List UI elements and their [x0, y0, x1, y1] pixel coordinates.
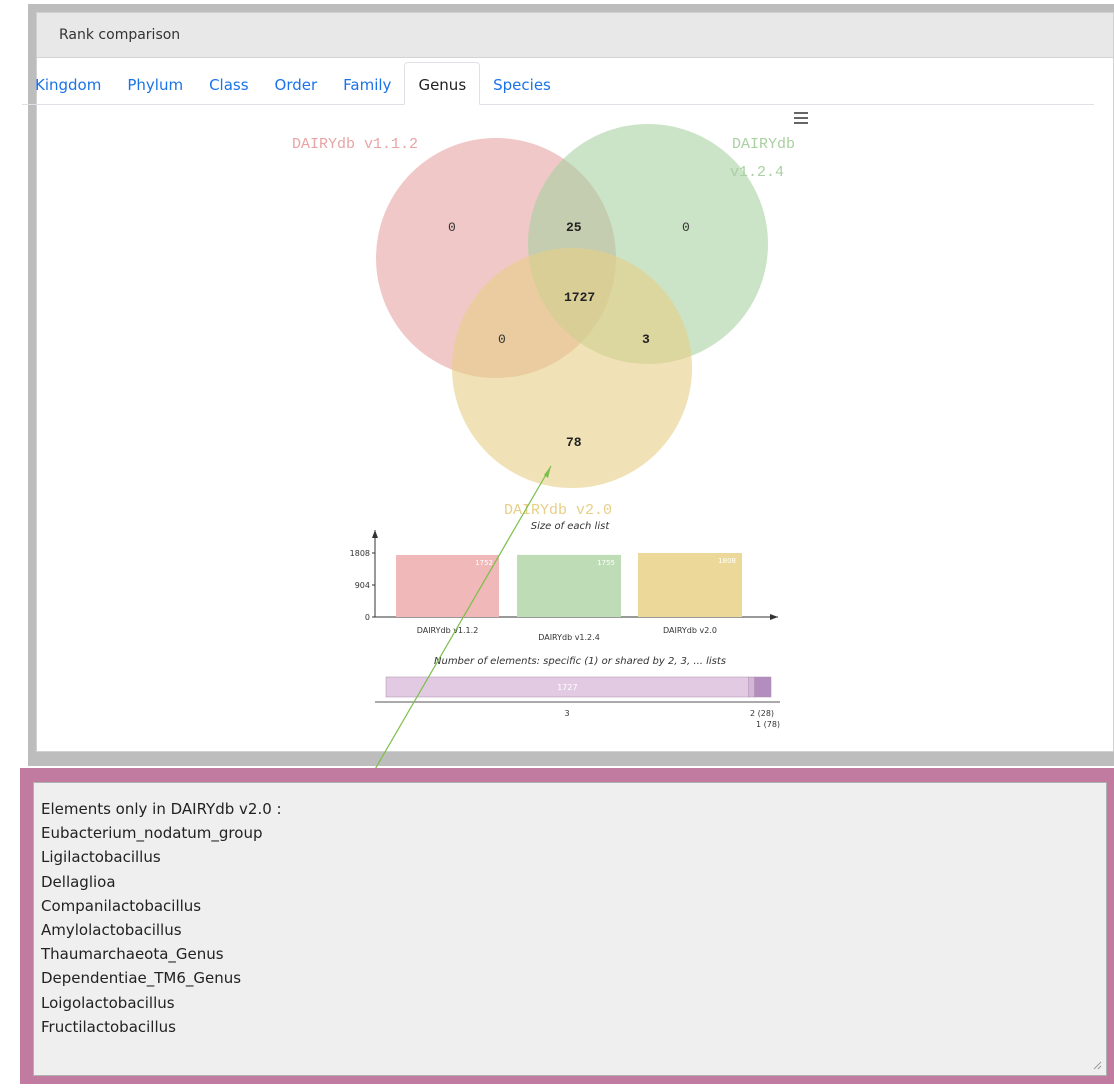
bar-value-label: 1752	[475, 559, 493, 567]
list-item: Thaumarchaeota_Genus	[41, 945, 224, 964]
list-item: Dependentiae_TM6_Genus	[41, 969, 242, 988]
venn-and-charts: DAIRYdb v1.1.2 DAIRYdb v1.2.4 DAIRYdb v2…	[292, 124, 795, 770]
venn-region-ab: 25	[566, 220, 582, 235]
shared-elements-chart: 1727 3 2 (28) 1 (78)	[375, 676, 780, 729]
venn-label-v1-1-2: DAIRYdb v1.1.2	[292, 136, 418, 153]
list-item: Companilactobacillus	[41, 896, 202, 915]
bar-category-label: DAIRYdb v1.2.4	[538, 633, 600, 642]
bar-value-label: 1808	[718, 557, 736, 565]
shared-chart-title: Number of elements: specific (1) or shar…	[434, 656, 726, 667]
bar-y-axis-arrow	[372, 530, 378, 538]
venn-circle-v2-0	[452, 248, 692, 488]
venn-label-v1-2-4-line1: DAIRYdb	[732, 136, 795, 153]
stack-tick-label: 1 (78)	[756, 720, 780, 729]
bar-y-tick-label: 0	[365, 613, 370, 622]
venn-region-b-only: 0	[682, 220, 690, 235]
list-item: Ligilactobacillus	[41, 848, 161, 867]
bar-chart-title: Size of each list	[531, 521, 611, 532]
stack-segment-value: 1727	[557, 683, 577, 692]
stack-tick-label: 3	[564, 709, 569, 718]
stack-segment	[754, 676, 772, 698]
resize-handle-icon[interactable]	[1092, 1060, 1102, 1070]
list-item: Eubacterium_nodatum_group	[41, 824, 263, 843]
venn-label-v2-0: DAIRYdb v2.0	[504, 502, 612, 519]
elements-header: Elements only in DAIRYdb v2.0 :	[41, 800, 282, 818]
bar-y-tick-label: 904	[355, 581, 370, 590]
venn-region-c-only: 78	[566, 435, 582, 450]
bar-y-tick-label: 1808	[350, 549, 370, 558]
bar-category-label: DAIRYdb v1.1.2	[417, 626, 479, 635]
bar-x-axis-arrow	[770, 614, 778, 620]
bar-category-label: DAIRYdb v2.0	[663, 626, 717, 635]
bar-chart: 0 904 1808 1752 DAIRYdb v1.1.2 1755 DAIRYdb v1…	[350, 530, 778, 642]
bar-value-label: 1755	[597, 559, 615, 567]
list-item: Loigolactobacillus	[41, 993, 175, 1012]
list-item: Amylolactobacillus	[41, 921, 182, 940]
stack-segment	[748, 676, 755, 698]
venn-region-abc: 1727	[564, 290, 595, 305]
venn-region-ac: 0	[498, 332, 506, 347]
venn-region-bc: 3	[642, 332, 650, 347]
venn-region-a-only: 0	[448, 220, 456, 235]
list-item: Dellaglioa	[41, 872, 116, 891]
elements-textarea[interactable]: Elements only in DAIRYdb v2.0 : Eubacter…	[33, 782, 1107, 1076]
stack-tick-label: 2 (28)	[750, 709, 774, 718]
venn-label-v1-2-4-line2: v1.2.4	[730, 164, 784, 181]
list-item: Fructilactobacillus	[41, 1017, 176, 1036]
